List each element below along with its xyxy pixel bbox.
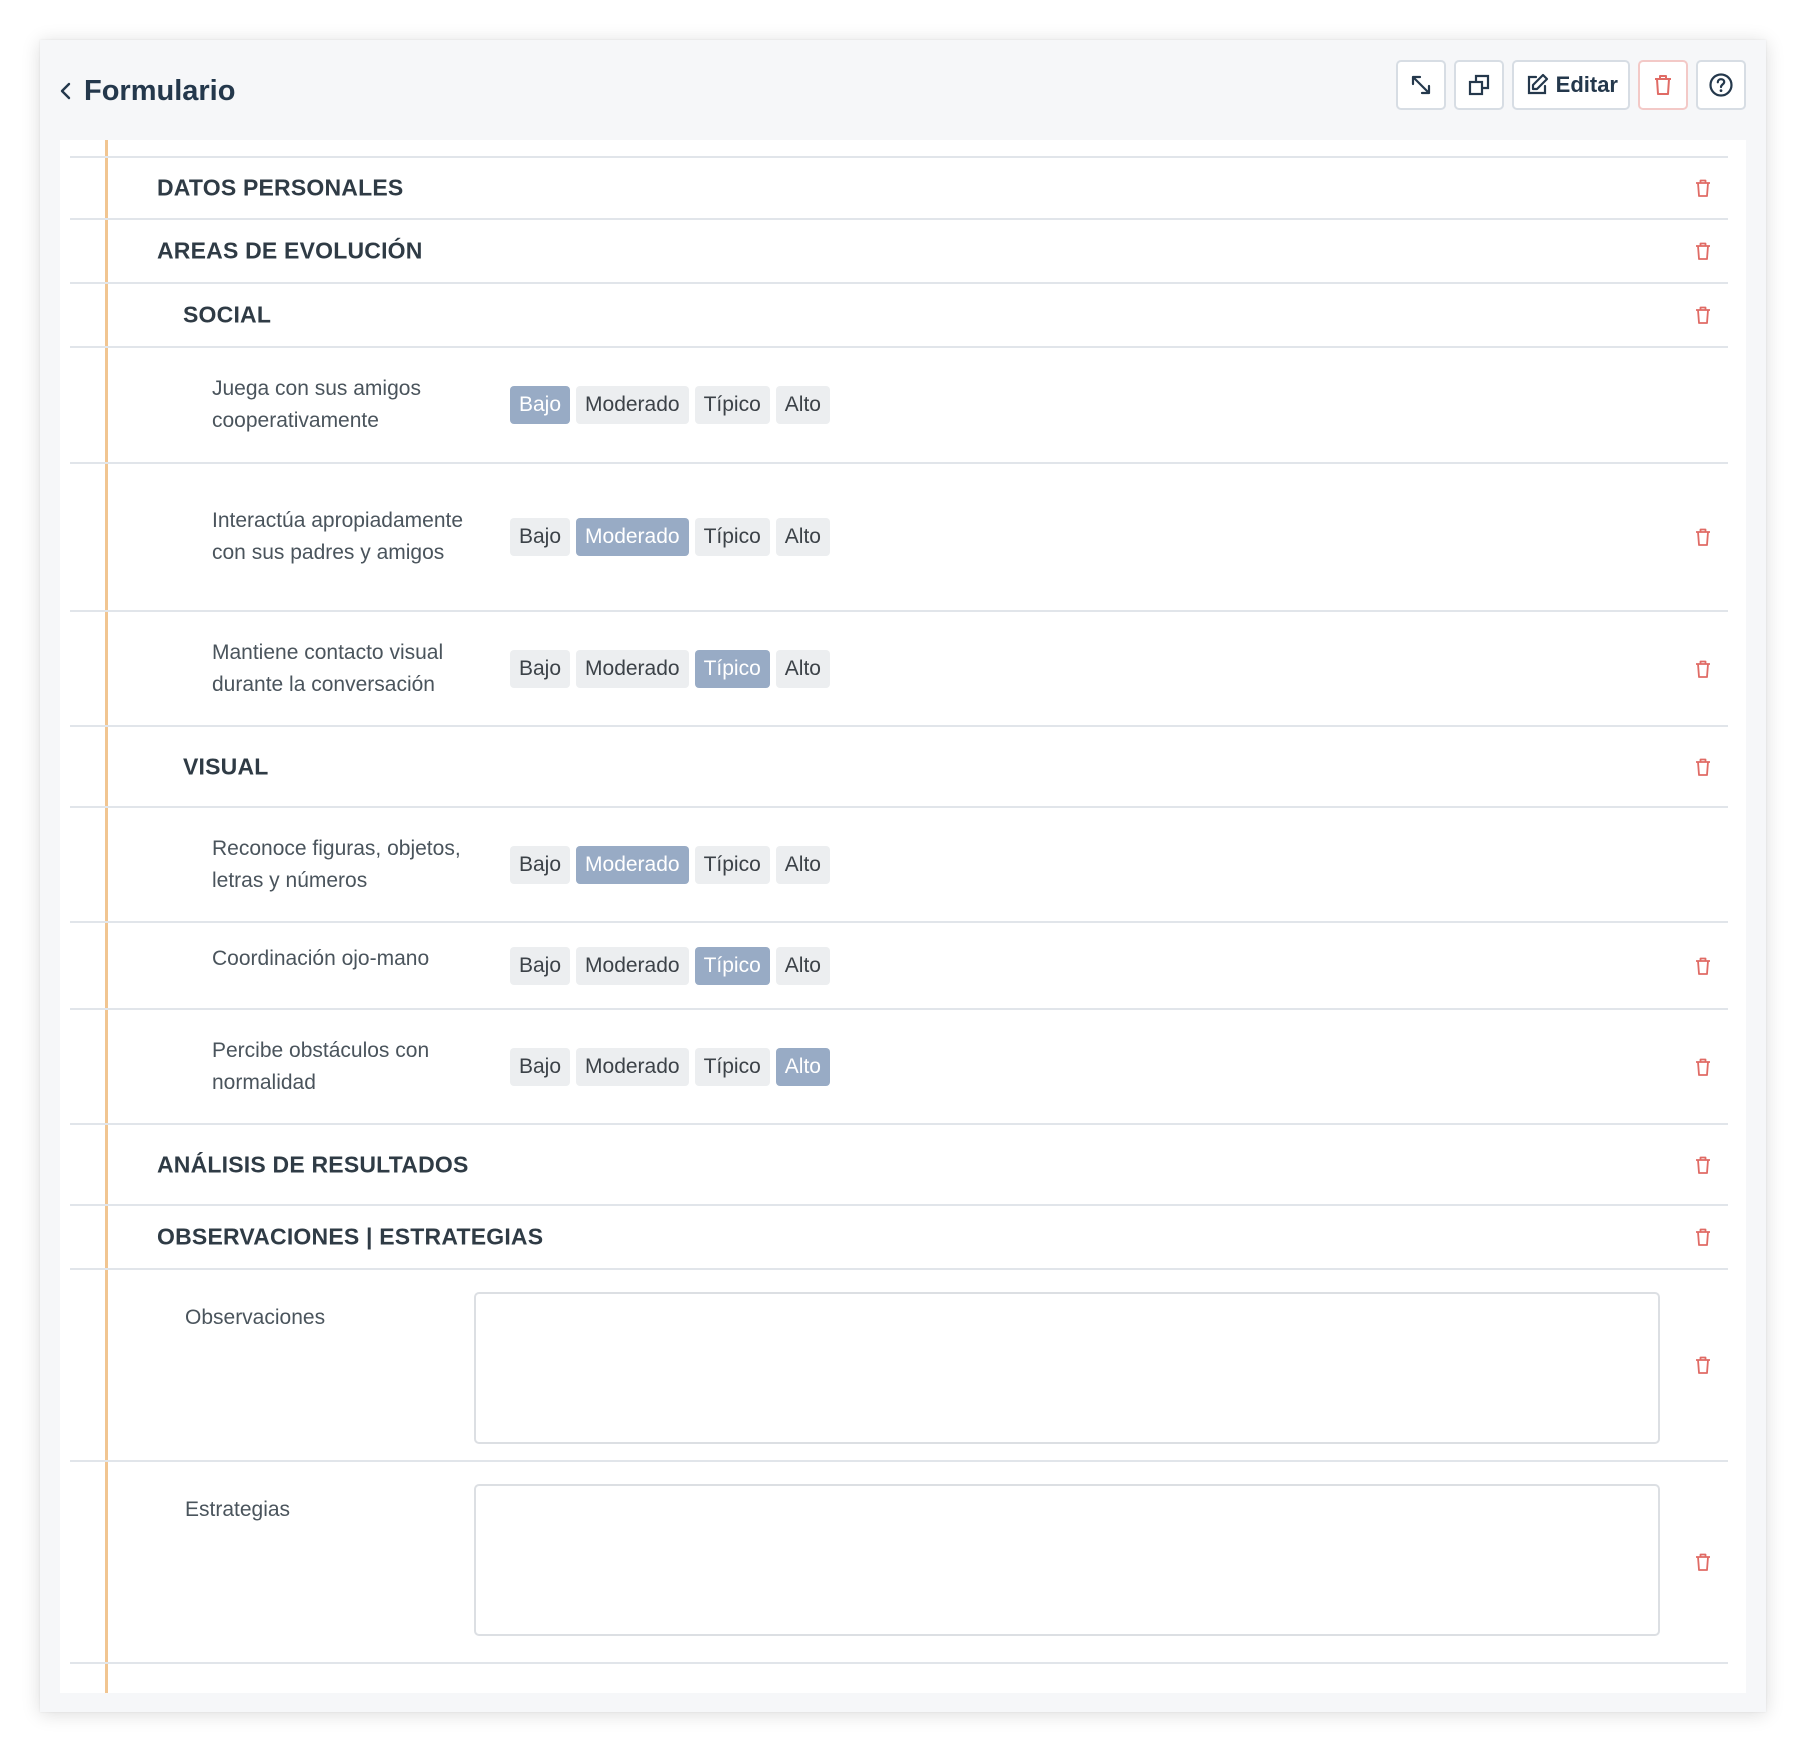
chevron-left-icon [60, 82, 71, 100]
question-row: Juega con sus amigos cooperativamente Ba… [70, 348, 1728, 464]
trash-icon[interactable] [1692, 1551, 1714, 1573]
question-label: Juega con sus amigos cooperativamente [212, 377, 421, 432]
form-rows: DATOS PERSONALES AREAS DE EVOLUCIÓN SOCI… [70, 156, 1728, 1664]
duplicate-button[interactable] [1453, 60, 1504, 110]
section-title: OBSERVACIONES | ESTRATEGIAS [157, 1223, 544, 1250]
section-areas-evolucion[interactable]: AREAS DE EVOLUCIÓN [70, 220, 1728, 284]
option-tipico[interactable]: Típico [694, 649, 770, 688]
trash-icon[interactable] [1692, 955, 1714, 977]
option-alto[interactable]: Alto [775, 1047, 830, 1086]
rating-options: Bajo Moderado Típico Alto [510, 386, 830, 424]
expand-arrows-icon [1411, 75, 1430, 95]
expand-button[interactable] [1395, 60, 1446, 110]
option-bajo[interactable]: Bajo [510, 518, 571, 556]
question-row: Coordinación ojo-mano Bajo Moderado Típico… [70, 923, 1728, 1010]
section-visual[interactable]: VISUAL [70, 727, 1728, 808]
question-label: Mantiene contacto visual durante la conv… [212, 640, 444, 696]
edit-label: Editar [1555, 72, 1618, 97]
trash-icon[interactable] [1692, 658, 1714, 680]
section-title: SOCIAL [183, 301, 272, 328]
question-row: Reconoce figuras, objetos, letras y núme… [70, 808, 1728, 923]
help-button[interactable] [1696, 60, 1746, 110]
option-moderado[interactable]: Moderado [576, 845, 689, 884]
rating-options: Bajo Moderado Típico Alto [510, 1047, 830, 1086]
trash-icon[interactable] [1692, 1056, 1714, 1078]
option-alto[interactable]: Alto [775, 649, 830, 688]
option-moderado[interactable]: Moderado [576, 649, 689, 688]
question-label: Reconoce figuras, objetos, letras y núme… [212, 836, 461, 892]
option-tipico[interactable]: Típico [694, 518, 770, 556]
section-datos-personales[interactable]: DATOS PERSONALES [70, 156, 1728, 220]
option-moderado[interactable]: Moderado [576, 1047, 689, 1086]
form-body: DATOS PERSONALES AREAS DE EVOLUCIÓN SOCI… [60, 140, 1746, 1693]
section-social[interactable]: SOCIAL [70, 284, 1728, 348]
rating-options: Bajo Moderado Típico Alto [510, 649, 830, 688]
trash-icon[interactable] [1692, 1226, 1714, 1248]
question-label: Percibe obstáculos con normalidad [212, 1038, 430, 1094]
option-tipico[interactable]: Típico [694, 386, 770, 424]
question-label: Interactúa apropiadamente con sus padres… [212, 509, 464, 564]
question-row: Percibe obstáculos con normalidad Bajo Mo… [70, 1010, 1728, 1125]
field-row-estrategias: Estrategias [70, 1462, 1728, 1664]
option-bajo[interactable]: Bajo [510, 649, 571, 688]
option-alto[interactable]: Alto [775, 518, 830, 556]
toolbar: Editar [1395, 60, 1746, 110]
trash-icon[interactable] [1692, 526, 1714, 548]
form-window: Formulario Editar DATOS PERSONALES AREAS… [40, 40, 1766, 1712]
delete-form-button[interactable] [1638, 60, 1688, 110]
option-bajo[interactable]: Bajo [510, 1047, 571, 1086]
option-moderado[interactable]: Moderado [576, 518, 689, 556]
header: Formulario Editar [40, 40, 1766, 140]
question-circle-icon [1709, 73, 1733, 97]
section-title: AREAS DE EVOLUCIÓN [157, 237, 423, 264]
section-analisis[interactable]: ANÁLISIS DE RESULTADOS [70, 1125, 1728, 1206]
option-tipico[interactable]: Típico [694, 845, 770, 884]
observaciones-textarea[interactable] [474, 1292, 1660, 1444]
back-button[interactable]: Formulario [58, 68, 235, 114]
question-row: Interactúa apropiadamente con sus padres… [70, 464, 1728, 612]
rating-options: Bajo Moderado Típico Alto [510, 845, 830, 884]
section-observaciones-estrategias[interactable]: OBSERVACIONES | ESTRATEGIAS [70, 1206, 1728, 1270]
question-label: Coordinación ojo-mano [212, 946, 430, 970]
option-alto[interactable]: Alto [775, 845, 830, 884]
section-title: ANÁLISIS DE RESULTADOS [157, 1151, 469, 1177]
section-title: DATOS PERSONALES [157, 174, 404, 201]
edit-button[interactable]: Editar [1511, 60, 1630, 110]
rating-options: Bajo Moderado Típico Alto [510, 518, 830, 556]
trash-icon[interactable] [1692, 177, 1714, 199]
option-alto[interactable]: Alto [775, 386, 830, 424]
option-tipico[interactable]: Típico [694, 946, 770, 985]
field-label: Observaciones [185, 1306, 326, 1329]
option-moderado[interactable]: Moderado [576, 946, 689, 985]
trash-icon[interactable] [1692, 1354, 1714, 1376]
copy-icon [1468, 74, 1489, 96]
option-alto[interactable]: Alto [775, 946, 830, 985]
trash-icon[interactable] [1692, 756, 1714, 778]
trash-icon[interactable] [1692, 240, 1714, 262]
question-row: Mantiene contacto visual durante la conv… [70, 612, 1728, 727]
estrategias-textarea[interactable] [474, 1484, 1660, 1636]
option-bajo[interactable]: Bajo [510, 946, 571, 985]
trash-icon[interactable] [1692, 1154, 1714, 1176]
section-title: VISUAL [183, 753, 269, 779]
trash-icon[interactable] [1692, 304, 1714, 326]
option-moderado[interactable]: Moderado [576, 386, 689, 424]
rating-options: Bajo Moderado Típico Alto [510, 946, 830, 985]
trash-icon [1655, 75, 1671, 95]
option-bajo[interactable]: Bajo [510, 845, 571, 884]
field-label: Estrategias [185, 1498, 291, 1521]
option-tipico[interactable]: Típico [694, 1047, 770, 1086]
page-title: Formulario [84, 74, 236, 107]
option-bajo[interactable]: Bajo [510, 386, 571, 424]
edit-icon [1527, 73, 1548, 95]
field-row-observaciones: Observaciones [70, 1270, 1728, 1462]
